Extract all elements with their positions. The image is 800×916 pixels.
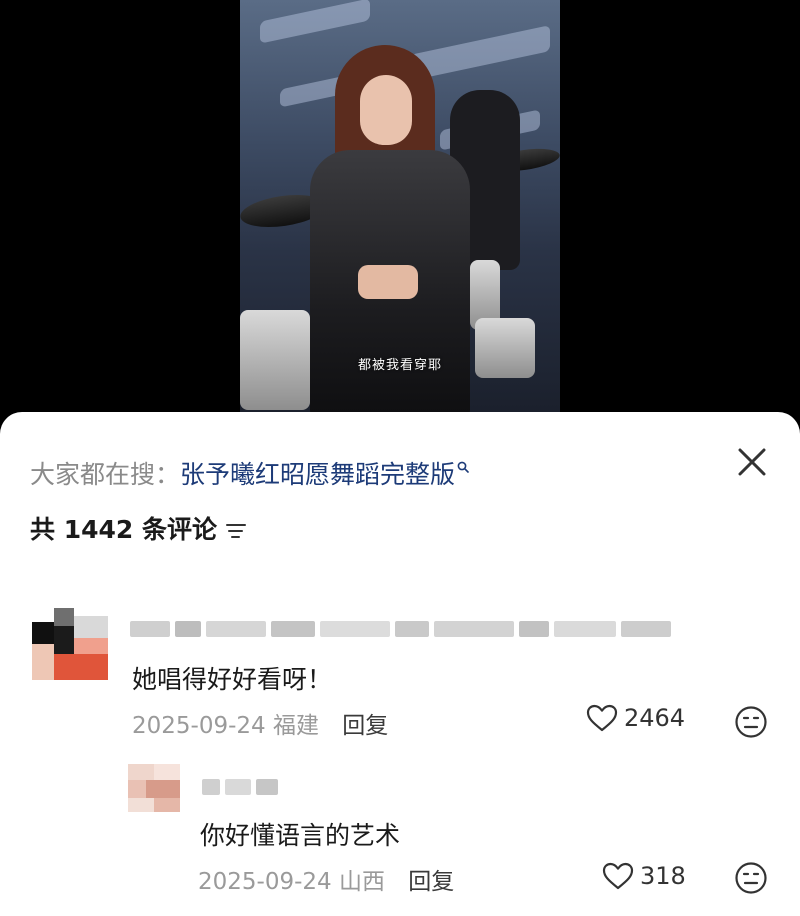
trending-search-prefix: 大家都在搜： [30,460,181,489]
singer-midriff [358,265,418,299]
avatar[interactable] [32,608,108,680]
heart-icon [586,704,624,732]
like-count: 2464 [624,704,686,732]
reply-location: 山西 [338,869,385,895]
screen: 都被我看穿耶 大家都在搜：张予曦红昭愿舞蹈完整版 共 1442 条评论 她唱得好… [0,0,800,916]
blurred-username[interactable] [202,776,292,798]
stage-light [410,25,550,81]
comment-date: 2025-09-24 [132,713,266,739]
video-caption: 都被我看穿耶 [357,358,442,373]
filter-icon[interactable] [225,517,247,546]
like-button[interactable]: 318 [602,862,686,890]
comment-location: 福建 [272,713,319,739]
like-button[interactable]: 2464 [586,704,685,732]
avatar[interactable] [128,764,180,812]
comment-sheet: 大家都在搜：张予曦红昭愿舞蹈完整版 共 1442 条评论 她唱得好好看呀！ 20… [0,412,800,916]
emoji-reaction-icon[interactable] [734,861,768,899]
comment-meta: 2025-09-24 福建 回复 [132,706,388,740]
blurred-username[interactable] [130,618,720,640]
trending-search[interactable]: 大家都在搜：张予曦红昭愿舞蹈完整版 [30,450,469,491]
comment-count-label: 共 1442 条评论 [30,515,217,544]
stage-light [260,0,370,44]
reply-date: 2025-09-24 [198,869,332,895]
comment-text: 她唱得好好看呀！ [132,665,333,694]
reply-button[interactable]: 回复 [342,713,388,739]
trending-search-term[interactable]: 张予曦红昭愿舞蹈完整版 [180,460,455,489]
heart-icon [602,862,640,890]
reply-text: 你好懂语言的艺术 [200,821,401,850]
reply-meta: 2025-09-24 山西 回复 [198,862,454,896]
comment-count: 共 1442 条评论 [30,510,247,546]
like-count: 318 [640,862,686,890]
emoji-reaction-icon[interactable] [734,705,768,743]
reply-button[interactable]: 回复 [408,869,454,895]
singer-face [360,75,412,145]
close-icon[interactable] [734,444,770,480]
search-icon [457,450,469,473]
video-player[interactable]: 都被我看穿耶 [240,0,560,420]
